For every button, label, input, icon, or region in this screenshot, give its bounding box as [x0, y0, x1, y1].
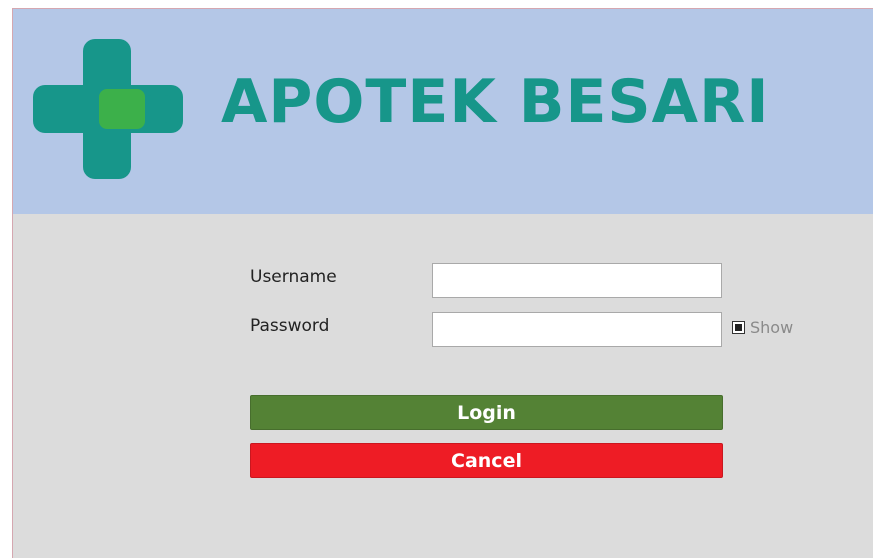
login-form: Username Password Show Login Cancel [13, 214, 873, 558]
show-password-label: Show [750, 318, 794, 337]
show-password-checkbox[interactable] [732, 321, 745, 334]
username-label: Username [250, 267, 337, 287]
show-password-toggle[interactable]: Show [732, 318, 793, 337]
login-button[interactable]: Login [250, 395, 723, 430]
password-input[interactable] [432, 312, 722, 347]
cancel-button[interactable]: Cancel [250, 443, 723, 478]
checkbox-checked-icon [735, 324, 742, 331]
username-input[interactable] [432, 263, 722, 298]
app-title: APOTEK BESARI [221, 67, 770, 137]
password-label: Password [250, 316, 330, 336]
header-banner: APOTEK BESARI [13, 9, 873, 214]
medical-cross-logo-icon [33, 39, 183, 179]
login-window: APOTEK BESARI Username Password Show Log… [12, 8, 873, 558]
